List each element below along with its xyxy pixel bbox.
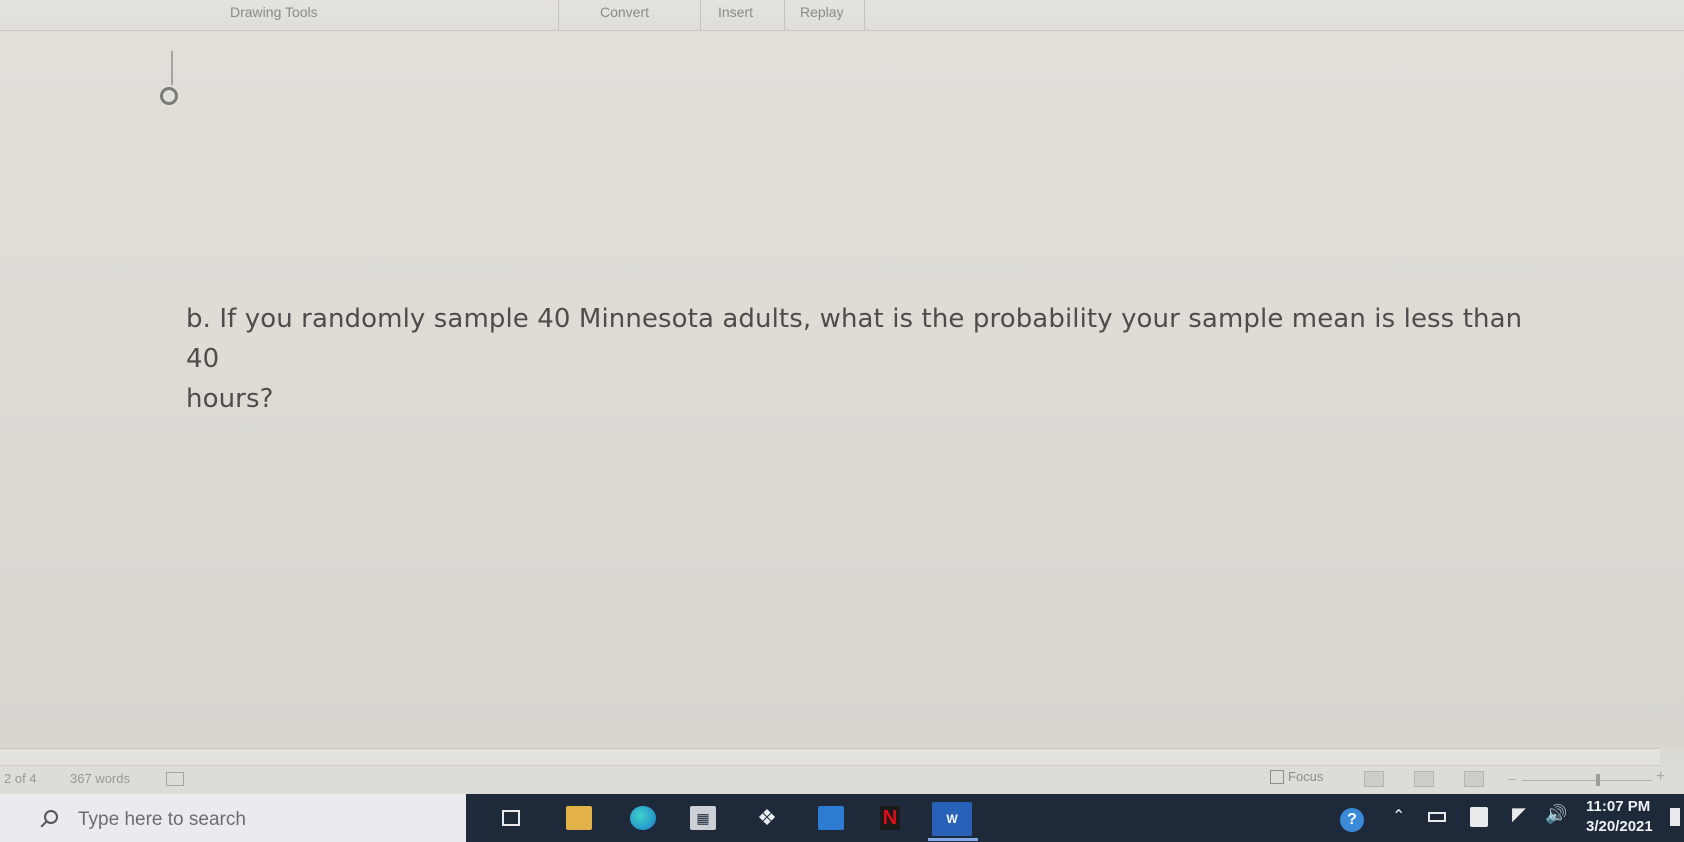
search-icon [44,810,58,824]
ribbon-separator [784,0,785,30]
security-icon[interactable] [1470,807,1488,827]
zoom-slider-track[interactable] [1522,780,1652,781]
rotation-handle-line [171,51,173,85]
status-bar: 2 of 4 367 words Focus – + [0,766,1684,794]
mail-icon[interactable] [818,806,844,830]
netflix-icon[interactable]: N [880,806,900,830]
word-count[interactable]: 367 words [70,771,130,786]
focus-label: Focus [1288,769,1324,784]
notification-icon[interactable] [1670,808,1680,826]
page-count[interactable]: 2 of 4 [4,771,37,786]
zoom-slider-thumb[interactable] [1596,774,1600,786]
wifi-icon[interactable]: ◤ [1512,804,1526,825]
search-placeholder: Type here to search [78,809,246,830]
volume-icon[interactable]: 🔊 [1545,804,1567,825]
read-mode-icon[interactable] [1364,771,1384,787]
tab-convert[interactable]: Convert [600,4,649,20]
ribbon-separator [558,0,559,30]
ribbon-separator [864,0,865,30]
focus-button[interactable]: Focus [1270,769,1323,784]
clock-date[interactable]: 3/20/2021 [1586,818,1653,835]
store-icon[interactable]: ▦ [690,806,716,830]
zoom-out-button[interactable]: – [1508,770,1516,786]
dropbox-icon[interactable]: ❖ [754,805,780,830]
tab-drawing-tools[interactable]: Drawing Tools [230,4,318,20]
proofing-icon[interactable] [166,772,184,786]
question-text: b. If you randomly sample 40 Minnesota a… [186,299,1526,419]
zoom-in-button[interactable]: + [1656,768,1665,786]
tab-replay[interactable]: Replay [800,4,844,20]
file-explorer-icon[interactable] [566,806,592,830]
tab-insert[interactable]: Insert [718,4,753,20]
battery-icon[interactable] [1428,812,1446,822]
rotation-handle[interactable] [160,87,178,105]
help-icon[interactable]: ? [1340,808,1364,832]
clock-time[interactable]: 11:07 PM [1586,798,1650,815]
taskbar-search-box[interactable]: Type here to search [0,794,466,842]
web-layout-icon[interactable] [1464,771,1484,787]
print-layout-icon[interactable] [1414,771,1434,787]
ribbon-separator [700,0,701,30]
windows-taskbar: Type here to search ▦ ❖ N W ? ⌃ ◤ 🔊 11:0… [0,794,1684,842]
horizontal-scrollbar[interactable] [0,748,1660,766]
ribbon: Drawing Tools Convert Insert Replay [0,0,1684,31]
edge-browser-icon[interactable] [630,806,656,830]
chevron-up-icon[interactable]: ⌃ [1392,806,1405,826]
task-view-icon[interactable] [498,806,524,830]
document-canvas[interactable]: b. If you randomly sample 40 Minnesota a… [0,31,1684,748]
focus-icon [1270,769,1284,784]
word-icon[interactable]: W [932,802,972,836]
question-line-1: b. If you randomly sample 40 Minnesota a… [186,304,1523,374]
question-line-2: hours? [186,384,274,414]
active-app-indicator [928,838,978,841]
